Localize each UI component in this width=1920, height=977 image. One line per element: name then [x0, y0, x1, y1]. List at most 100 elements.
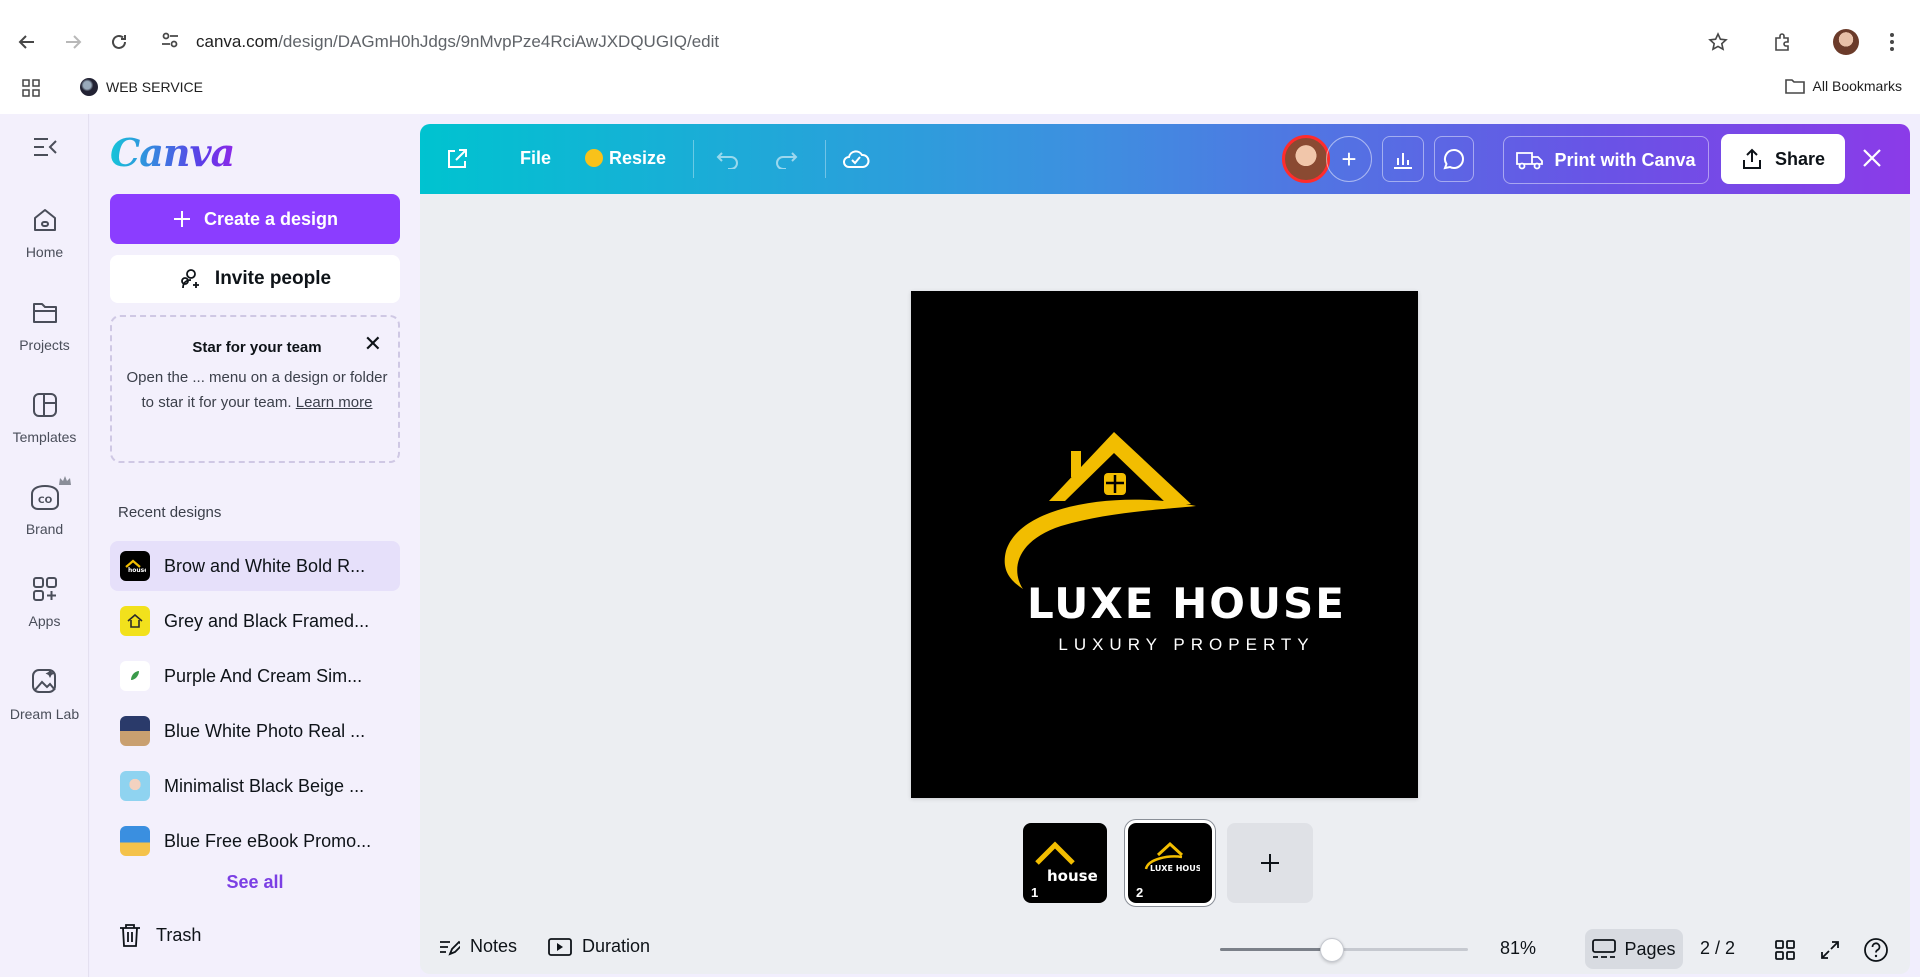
page-2-preview: LUXE HOUSE — [1144, 841, 1200, 873]
recent-design-item[interactable]: Purple And Cream Sim... — [110, 651, 400, 701]
zoom-slider[interactable] — [1220, 938, 1468, 962]
invite-people-button[interactable]: Invite people — [110, 255, 400, 303]
duration-button[interactable]: Duration — [548, 936, 650, 957]
reload-icon — [112, 34, 126, 49]
zoom-level[interactable]: 81% — [1500, 938, 1536, 959]
notes-icon — [440, 940, 460, 956]
upload-icon — [1742, 148, 1761, 169]
insights-button[interactable] — [1382, 136, 1424, 182]
create-design-label: Create a design — [203, 208, 339, 229]
recent-design-label: Grey and Black Framed... — [164, 610, 370, 631]
recent-design-item[interactable]: Minimalist Black Beige ... — [110, 761, 400, 811]
toolbar-divider — [825, 140, 826, 178]
create-design-button[interactable]: Create a design — [110, 194, 400, 244]
see-all-link[interactable]: See all — [110, 872, 400, 893]
close-editor-icon[interactable] — [1862, 148, 1882, 168]
forward-button[interactable] — [58, 27, 88, 57]
learn-more-link[interactable]: Learn more — [296, 394, 373, 411]
recent-design-item[interactable]: house Brow and White Bold R... — [110, 541, 400, 591]
all-bookmarks[interactable]: All Bookmarks — [1784, 78, 1902, 94]
zoom-slider-handle[interactable] — [1319, 938, 1344, 962]
recent-design-label: Blue Free eBook Promo... — [164, 830, 372, 851]
play-icon — [548, 937, 572, 956]
all-bookmarks-label: All Bookmarks — [1812, 78, 1902, 94]
resize-label: Resize — [609, 148, 667, 168]
share-button[interactable]: Share — [1721, 134, 1845, 184]
truck-icon — [1516, 152, 1544, 170]
apps-icon — [27, 571, 63, 607]
recent-design-label: Blue White Photo Real ... — [164, 720, 366, 741]
page-counter: 2 / 2 — [1700, 938, 1736, 958]
fullscreen-icon[interactable] — [1816, 936, 1844, 964]
apps-grid-icon[interactable] — [22, 79, 40, 97]
page-thumbnail-2[interactable]: LUXE HOUSE 2 — [1125, 820, 1215, 906]
reload-button[interactable] — [104, 27, 134, 57]
templates-icon — [27, 387, 63, 423]
bookmark-favicon-icon — [80, 78, 98, 96]
pages-label: Pages — [1624, 938, 1676, 959]
rail-item-projects[interactable]: Projects — [0, 295, 89, 353]
trash-item[interactable]: Trash — [118, 922, 201, 948]
side-panel: Canva Create a design Invite people Star… — [90, 114, 420, 977]
rail-label: Dream Lab — [9, 706, 80, 722]
back-arrow-icon — [18, 35, 34, 49]
open-external-icon[interactable] — [441, 143, 473, 175]
star-tip-body: Open the ... menu on a design or folder … — [122, 365, 392, 415]
collapse-sidebar-icon[interactable] — [32, 136, 58, 158]
design-title-text[interactable]: LUXE HOUSE — [911, 579, 1418, 628]
puzzle-icon — [1775, 33, 1789, 51]
page-number: 1 — [1031, 885, 1039, 900]
house-logo-graphic — [1004, 432, 1196, 589]
address-bar[interactable]: canva.com/design/DAGmH0hJdgs/9nMvpPze4Rc… — [196, 32, 719, 52]
recent-design-label: Purple And Cream Sim... — [164, 665, 363, 686]
plus-icon — [173, 211, 190, 227]
grid-view-icon[interactable] — [1771, 936, 1799, 964]
rail-item-dream-lab[interactable]: Dream Lab — [0, 664, 89, 722]
comments-button[interactable] — [1434, 136, 1474, 182]
collaborator-avatar[interactable] — [1282, 135, 1330, 183]
file-menu[interactable]: File — [520, 148, 551, 169]
back-button[interactable] — [12, 27, 42, 57]
design-canvas[interactable]: LUXE HOUSE LUXURY PROPERTY — [911, 291, 1418, 798]
chrome-menu-button[interactable] — [1877, 27, 1907, 57]
rail-item-brand[interactable]: CO Brand — [0, 476, 89, 537]
recent-design-item[interactable]: Blue Free eBook Promo... — [110, 816, 400, 866]
page-thumbnail-1[interactable]: house 1 — [1023, 823, 1107, 903]
design-subtitle-text[interactable]: LUXURY PROPERTY — [911, 635, 1418, 655]
resize-button[interactable]: Resize — [585, 148, 666, 169]
rail-label: Home — [25, 244, 64, 260]
profile-avatar[interactable] — [1833, 29, 1859, 55]
svg-text:CO: CO — [38, 496, 53, 506]
page-1-preview: house — [1035, 841, 1097, 885]
rail-item-home[interactable]: Home — [0, 202, 89, 260]
zoom-slider-fill — [1220, 948, 1332, 951]
trash-icon — [120, 924, 140, 947]
rail-label: Projects — [19, 337, 70, 353]
site-info-icon[interactable] — [160, 30, 180, 50]
bookmark-star-button[interactable] — [1703, 27, 1733, 57]
design-thumbnail — [120, 606, 150, 636]
undo-icon[interactable] — [712, 143, 744, 175]
recent-design-label: Minimalist Black Beige ... — [164, 775, 365, 796]
design-thumbnail — [120, 826, 150, 856]
design-thumbnail: house — [120, 551, 150, 581]
pages-button[interactable]: Pages — [1585, 929, 1683, 969]
recent-design-item[interactable]: Blue White Photo Real ... — [110, 706, 400, 756]
canva-logo[interactable]: Canva — [110, 130, 235, 175]
cloud-saved-icon[interactable] — [840, 143, 872, 175]
bookmark-web-service[interactable]: WEB SERVICE — [80, 78, 203, 96]
rail-item-apps[interactable]: Apps — [0, 571, 89, 629]
add-collaborator-button[interactable]: + — [1326, 136, 1372, 182]
redo-icon[interactable] — [770, 143, 802, 175]
recent-design-item[interactable]: Grey and Black Framed... — [110, 596, 400, 646]
dream-lab-icon — [27, 664, 63, 700]
close-icon[interactable]: ✕ — [364, 331, 382, 357]
notes-button[interactable]: Notes — [438, 936, 517, 957]
rail-item-templates[interactable]: Templates — [0, 387, 89, 445]
print-with-canva-button[interactable]: Print with Canva — [1503, 136, 1709, 184]
rail-label: Templates — [12, 429, 77, 445]
canva-app: Home Projects Templates CO Brand Apps Dr… — [0, 114, 1920, 977]
help-icon[interactable] — [1862, 936, 1890, 964]
extensions-button[interactable] — [1767, 27, 1797, 57]
add-page-button[interactable] — [1227, 823, 1313, 903]
